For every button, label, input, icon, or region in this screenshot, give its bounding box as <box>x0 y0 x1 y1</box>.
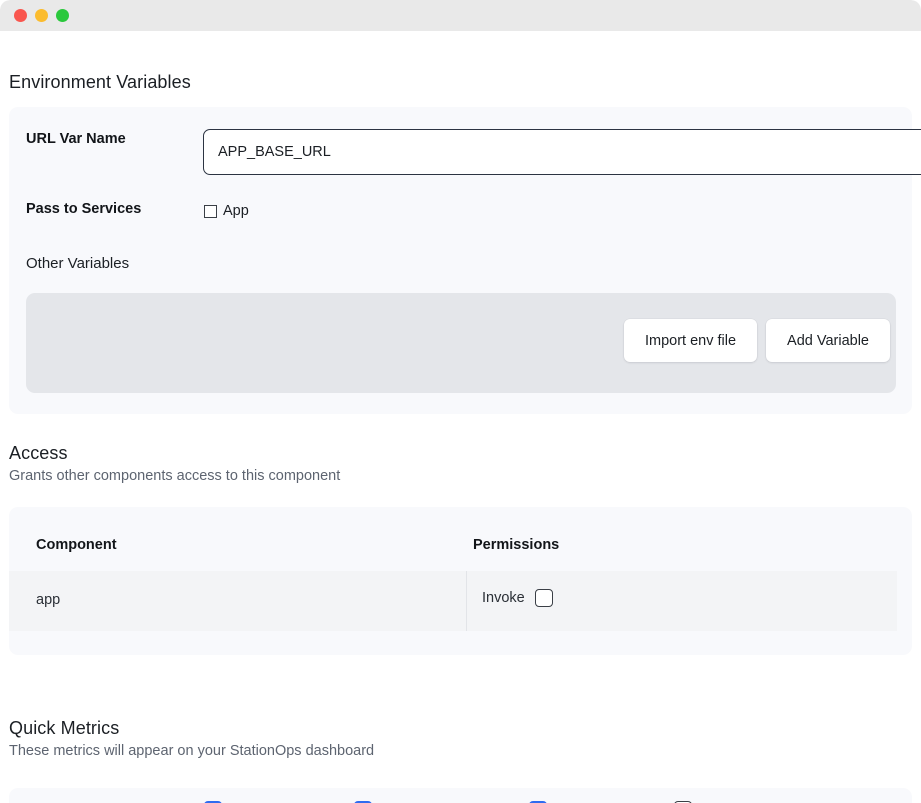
column-header-component: Component <box>36 537 117 553</box>
environment-variables-heading: Environment Variables <box>9 72 191 93</box>
access-heading: Access Grants other components access to… <box>9 443 340 484</box>
other-variables-actions: Import env file Add Variable <box>623 319 890 362</box>
window-titlebar <box>0 0 921 31</box>
permission-invoke-label: Invoke <box>482 590 525 606</box>
cell-component-name: app <box>36 592 61 608</box>
access-card: Component Permissions app Invoke <box>9 507 912 655</box>
page-content: Environment Variables URL Var Name Pass … <box>0 31 921 803</box>
quick-metrics-card: Metrics CPU Utilization Memory Utilizati… <box>9 788 912 803</box>
url-var-name-row: URL Var Name <box>26 131 126 147</box>
quick-metrics-subtitle: These metrics will appear on your Statio… <box>9 743 375 759</box>
close-window-button[interactable] <box>14 9 27 22</box>
environment-variables-card: URL Var Name Pass to Services App Other … <box>9 107 921 414</box>
table-row: app Invoke <box>9 571 897 631</box>
column-divider <box>466 571 467 631</box>
other-variables-panel: Import env file Add Variable <box>26 293 896 393</box>
import-env-file-button[interactable]: Import env file <box>623 319 758 362</box>
permission-invoke-checkbox[interactable] <box>534 589 553 607</box>
cell-permission-invoke[interactable]: Invoke <box>482 589 553 607</box>
maximize-window-button[interactable] <box>56 9 69 22</box>
quick-metrics-title: Quick Metrics <box>9 718 120 738</box>
url-var-name-label: URL Var Name <box>26 131 126 147</box>
app-window: Environment Variables URL Var Name Pass … <box>0 0 921 803</box>
add-variable-button[interactable]: Add Variable <box>766 319 890 362</box>
pass-to-services-app-label: App <box>223 203 249 219</box>
column-header-permissions: Permissions <box>473 537 560 553</box>
section-title: Environment Variables <box>9 72 191 92</box>
pass-to-services-app-checkbox[interactable] <box>204 204 217 218</box>
pass-to-services-label: Pass to Services <box>26 201 142 217</box>
quick-metrics-heading: Quick Metrics These metrics will appear … <box>9 718 374 759</box>
access-title: Access <box>9 443 68 463</box>
minimize-window-button[interactable] <box>35 9 48 22</box>
pass-to-services-row: Pass to Services <box>26 201 141 217</box>
access-subtitle: Grants other components access to this c… <box>9 468 341 484</box>
pass-to-services-option[interactable]: App <box>204 203 249 219</box>
window-controls <box>14 9 69 22</box>
other-variables-label: Other Variables <box>26 255 130 272</box>
url-var-name-input[interactable] <box>203 129 921 175</box>
access-table-header: Component Permissions <box>9 537 912 559</box>
